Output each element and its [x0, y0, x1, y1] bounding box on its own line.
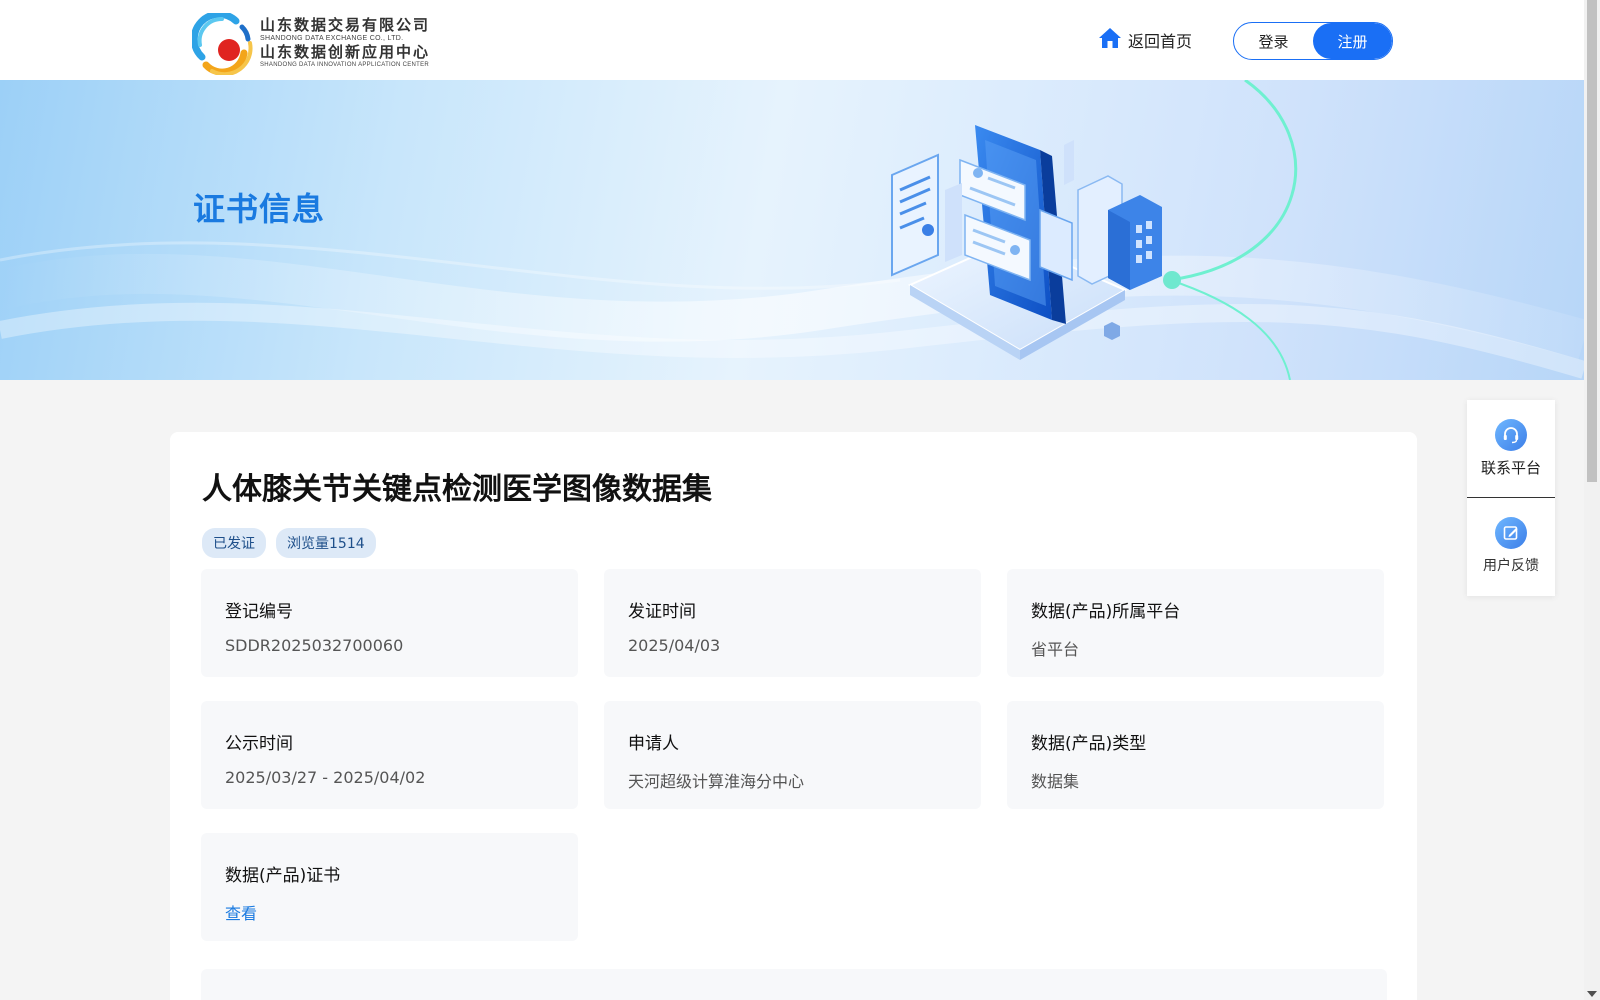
detail-section — [201, 969, 1387, 1000]
home-icon — [1098, 27, 1122, 53]
field-label: 公示时间 — [225, 734, 293, 754]
field-label: 数据(产品)证书 — [225, 866, 341, 886]
field-label: 数据(产品)所属平台 — [1031, 602, 1181, 622]
page-banner: 证书信息 — [0, 80, 1584, 380]
logo-en-line1: SHANDONG DATA EXCHANGE CO., LTD. — [260, 34, 404, 42]
page-scrollbar[interactable] — [1584, 0, 1600, 1000]
logo-en-line2: SHANDONG DATA INNOVATION APPLICATION CEN… — [260, 61, 430, 68]
login-button[interactable]: 登录 — [1234, 23, 1313, 59]
headset-icon — [1495, 419, 1527, 451]
view-count-badge: 浏览量1514 — [276, 528, 376, 558]
home-link-label: 返回首页 — [1128, 32, 1193, 51]
field-value: SDDR2025032700060 — [225, 636, 404, 655]
field-label: 申请人 — [628, 734, 679, 754]
contact-platform-button[interactable]: 联系平台 — [1467, 400, 1555, 497]
view-certificate-link[interactable]: 查看 — [225, 900, 554, 924]
top-header: 山东数据交易有限公司 SHANDONG DATA EXCHANGE CO., L… — [0, 0, 1584, 80]
logo-cn-line2: 山东数据创新应用中心 — [260, 42, 431, 61]
record-title: 人体膝关节关键点检测医学图像数据集 — [202, 472, 712, 507]
status-badge: 已发证 — [202, 528, 266, 558]
field-certificate: 数据(产品)证书 查看 — [201, 833, 578, 941]
certificate-card: 人体膝关节关键点检测医学图像数据集 已发证 浏览量1514 登记编号 SDDR2… — [170, 432, 1417, 1000]
field-value: 2025/03/27 - 2025/04/02 — [225, 768, 426, 787]
banner-title: 证书信息 — [193, 190, 326, 228]
home-link[interactable]: 返回首页 — [1098, 26, 1192, 54]
field-label: 登记编号 — [225, 602, 293, 622]
logo-cn-line1: 山东数据交易有限公司 — [260, 15, 431, 34]
field-publicity-period: 公示时间 2025/03/27 - 2025/04/02 — [201, 701, 578, 809]
logo-text: 山东数据交易有限公司 SHANDONG DATA EXCHANGE CO., L… — [260, 15, 431, 71]
field-label: 发证时间 — [628, 602, 696, 622]
field-applicant: 申请人 天河超级计算淮海分中心 — [604, 701, 981, 809]
record-tags: 已发证 浏览量1514 — [202, 528, 376, 558]
contact-platform-label: 联系平台 — [1480, 459, 1541, 477]
site-logo[interactable]: 山东数据交易有限公司 SHANDONG DATA EXCHANGE CO., L… — [190, 10, 452, 77]
field-label: 数据(产品)类型 — [1031, 734, 1147, 754]
field-product-type: 数据(产品)类型 数据集 — [1007, 701, 1384, 809]
field-value: 2025/04/03 — [628, 636, 721, 655]
register-button[interactable]: 注册 — [1313, 23, 1392, 59]
field-value: 天河超级计算淮海分中心 — [628, 772, 805, 791]
field-issue-date: 发证时间 2025/04/03 — [604, 569, 981, 677]
user-feedback-label: 用户反馈 — [1483, 558, 1539, 574]
auth-group: 登录 注册 — [1233, 22, 1393, 60]
edit-icon — [1495, 517, 1527, 549]
field-value: 数据集 — [1031, 772, 1080, 791]
floating-service-panel: 联系平台 用户反馈 — [1467, 400, 1555, 596]
banner-illustration — [0, 80, 1584, 380]
logo-mark-icon — [190, 10, 254, 77]
user-feedback-button[interactable]: 用户反馈 — [1467, 497, 1555, 594]
field-registration-number: 登记编号 SDDR2025032700060 — [201, 569, 578, 677]
field-platform: 数据(产品)所属平台 省平台 — [1007, 569, 1384, 677]
scrollbar-thumb[interactable] — [1587, 0, 1597, 482]
field-value: 省平台 — [1031, 640, 1080, 659]
scroll-down-arrow-icon[interactable] — [1587, 991, 1597, 997]
